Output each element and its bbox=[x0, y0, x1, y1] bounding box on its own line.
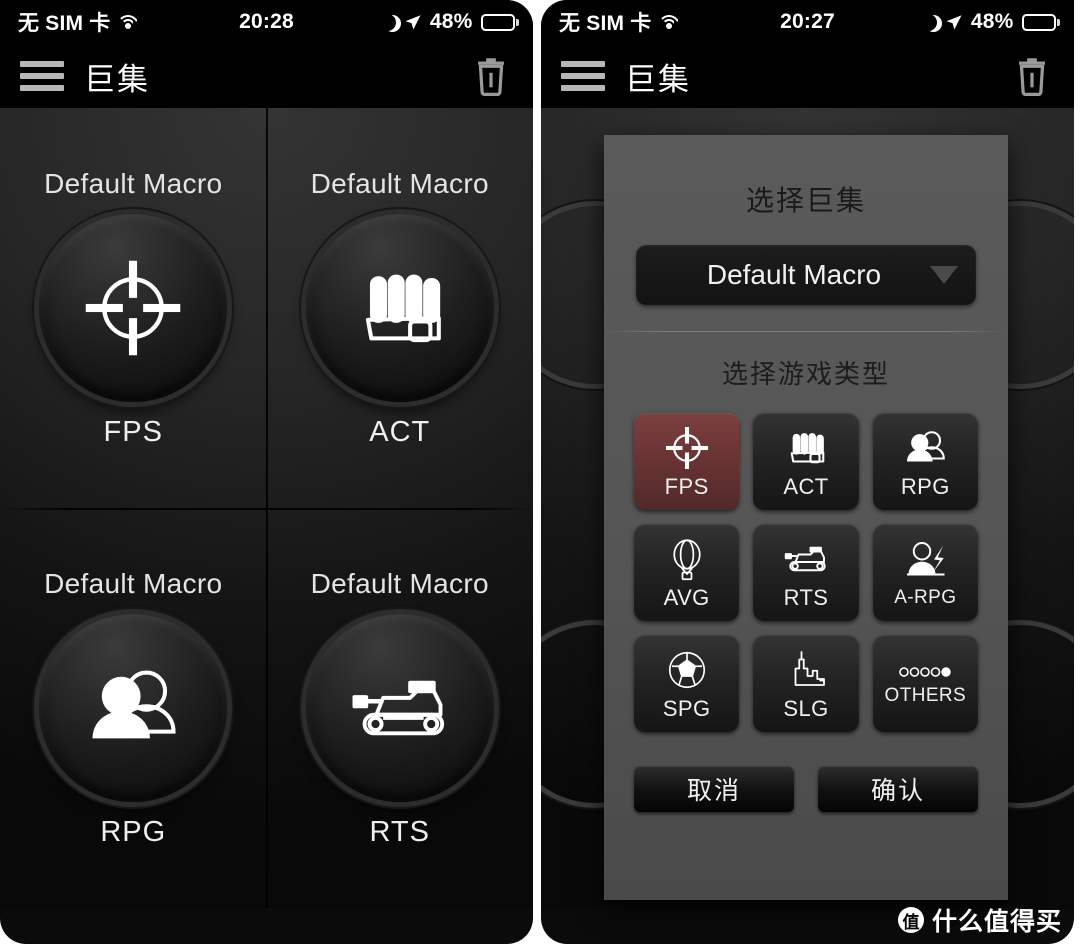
chevron-down-icon bbox=[930, 266, 958, 284]
trash-icon[interactable] bbox=[471, 55, 511, 97]
game-type-a-rpg[interactable]: A-RPG bbox=[872, 524, 978, 621]
game-type-rts[interactable]: RTS bbox=[753, 524, 859, 621]
moon-icon bbox=[920, 14, 937, 31]
status-bar-right: 无 SIM 卡 20:27 48% bbox=[541, 0, 1074, 44]
status-right-group: 48% bbox=[920, 10, 1060, 34]
game-type-spg[interactable]: SPG bbox=[634, 635, 740, 732]
game-type-label: SPG bbox=[662, 695, 711, 721]
moon-icon bbox=[379, 14, 396, 31]
status-left-group: 无 SIM 卡 bbox=[559, 7, 681, 37]
macro-type: ACT bbox=[369, 415, 431, 448]
wifi-icon bbox=[658, 14, 681, 31]
macro-dropdown-value: Default Macro bbox=[706, 259, 882, 290]
phone-panel-right: 无 SIM 卡 20:27 48% 巨集 选择巨集 Default Macro … bbox=[541, 0, 1074, 944]
battery-label: 48% bbox=[970, 10, 1014, 33]
macro-cell-rpg[interactable]: Default Macro RPG bbox=[0, 508, 267, 908]
two-people-icon bbox=[907, 430, 946, 461]
game-type-label: FPS bbox=[664, 473, 709, 499]
macro-knob-rpg[interactable] bbox=[39, 613, 228, 802]
select-macro-dialog: 选择巨集 Default Macro 选择游戏类型 FPS ACT RPG AV… bbox=[604, 135, 1008, 900]
macro-type: FPS bbox=[103, 415, 163, 448]
status-left-group: 无 SIM 卡 bbox=[18, 7, 140, 37]
watermark-text: 什么值得买 bbox=[931, 907, 1062, 936]
dialog-actions: 取消 确认 bbox=[632, 766, 980, 812]
macro-type: RPG bbox=[100, 815, 167, 848]
crosshair-icon bbox=[665, 426, 708, 469]
dialog-title: 选择巨集 bbox=[745, 184, 866, 217]
game-type-act[interactable]: ACT bbox=[753, 413, 859, 510]
screenshot-stage: 无 SIM 卡 20:28 48% 巨集 Default Macro FPS D… bbox=[0, 0, 1080, 952]
hamburger-icon[interactable] bbox=[561, 61, 605, 91]
game-type-grid: FPS ACT RPG AVG RTS A-RPG SPG SLG OTHERS bbox=[632, 413, 980, 732]
soccer-ball-icon bbox=[668, 651, 705, 688]
macro-knob-rts[interactable] bbox=[305, 613, 494, 802]
macro-knob-act[interactable] bbox=[305, 213, 494, 402]
dots-icon bbox=[899, 666, 952, 677]
macro-dropdown[interactable]: Default Macro bbox=[636, 245, 976, 305]
trash-icon[interactable] bbox=[1012, 55, 1052, 97]
macro-cell-act[interactable]: Default Macro ACT bbox=[267, 108, 534, 508]
game-type-rpg[interactable]: RPG bbox=[872, 413, 978, 510]
two-people-icon bbox=[92, 670, 176, 738]
game-type-others[interactable]: OTHERS bbox=[872, 635, 978, 732]
fist-icon bbox=[790, 432, 825, 463]
phone-panel-left: 无 SIM 卡 20:28 48% 巨集 Default Macro FPS D… bbox=[0, 0, 533, 944]
game-type-label: SLG bbox=[783, 695, 829, 721]
wifi-icon bbox=[117, 14, 140, 31]
macro-name: Default Macro bbox=[310, 567, 489, 599]
location-arrow-icon bbox=[405, 15, 421, 30]
hero-bolt-icon bbox=[907, 541, 945, 575]
macro-type: RTS bbox=[369, 815, 430, 848]
location-arrow-icon bbox=[946, 15, 962, 30]
watermark: 值 什么值得买 bbox=[897, 902, 1062, 938]
tank-icon bbox=[352, 680, 444, 735]
game-type-label: RTS bbox=[783, 584, 829, 610]
fist-icon bbox=[365, 274, 441, 342]
confirm-button[interactable]: 确认 bbox=[818, 766, 978, 812]
status-right-group: 48% bbox=[379, 10, 519, 34]
status-bar-left: 无 SIM 卡 20:28 48% bbox=[0, 0, 533, 44]
tank-icon bbox=[784, 546, 826, 571]
game-type-label: ACT bbox=[783, 473, 829, 499]
game-type-label: A-RPG bbox=[894, 586, 957, 608]
macro-cell-fps[interactable]: Default Macro FPS bbox=[0, 108, 267, 508]
battery-icon bbox=[1021, 13, 1060, 31]
macro-name: Default Macro bbox=[44, 567, 223, 599]
game-type-avg[interactable]: AVG bbox=[634, 524, 740, 621]
game-type-label: AVG bbox=[663, 584, 710, 610]
crosshair-icon bbox=[86, 260, 181, 355]
app-bar-right: 巨集 bbox=[541, 44, 1074, 108]
battery-icon bbox=[480, 13, 519, 31]
watermark-badge: 值 bbox=[897, 907, 924, 933]
skyline-icon bbox=[794, 650, 825, 686]
macro-name: Default Macro bbox=[44, 167, 223, 199]
page-title: 巨集 bbox=[84, 61, 150, 98]
page-title: 巨集 bbox=[625, 61, 691, 98]
carrier-label: 无 SIM 卡 bbox=[18, 12, 111, 35]
battery-label: 48% bbox=[429, 10, 473, 33]
macro-cell-rts[interactable]: Default Macro RTS bbox=[267, 508, 534, 908]
game-type-label: OTHERS bbox=[884, 684, 967, 706]
game-type-fps[interactable]: FPS bbox=[634, 413, 740, 510]
dialog-divider bbox=[604, 331, 1008, 332]
macro-grid: Default Macro FPS Default Macro ACT Defa… bbox=[0, 108, 533, 908]
dialog-subtitle: 选择游戏类型 bbox=[721, 360, 890, 390]
hamburger-icon[interactable] bbox=[20, 61, 64, 91]
carrier-label: 无 SIM 卡 bbox=[559, 12, 652, 35]
game-type-slg[interactable]: SLG bbox=[753, 635, 859, 732]
cancel-button[interactable]: 取消 bbox=[634, 766, 794, 812]
game-type-label: RPG bbox=[900, 473, 950, 499]
macro-name: Default Macro bbox=[310, 167, 489, 199]
macro-knob-fps[interactable] bbox=[39, 213, 228, 402]
macro-grid-backdrop: 选择巨集 Default Macro 选择游戏类型 FPS ACT RPG AV… bbox=[541, 108, 1074, 908]
app-bar-left: 巨集 bbox=[0, 44, 533, 108]
balloon-icon bbox=[673, 538, 701, 580]
